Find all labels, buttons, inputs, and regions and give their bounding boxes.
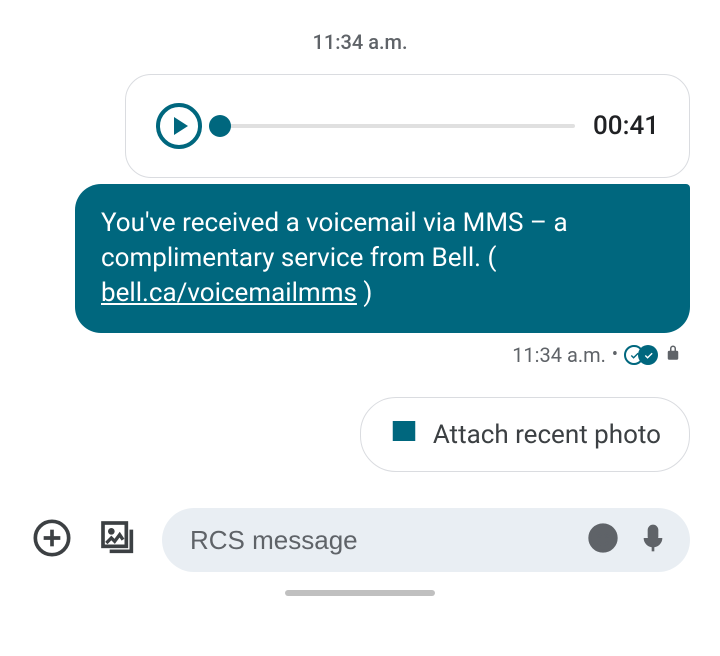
attach-recent-photo-chip[interactable]: Attach recent photo xyxy=(360,397,690,472)
emoji-button[interactable] xyxy=(586,523,620,557)
plus-icon xyxy=(32,518,72,562)
mic-button[interactable] xyxy=(636,523,670,557)
message-input[interactable] xyxy=(190,525,570,556)
sent-message-bubble: You've received a voicemail via MMS – a … xyxy=(75,184,690,333)
play-button[interactable] xyxy=(156,103,202,149)
message-status-timestamp: 11:34 a.m. xyxy=(512,343,606,367)
delivered-double-check-icon xyxy=(624,345,658,365)
lock-icon xyxy=(664,343,682,367)
compose-bar xyxy=(30,502,690,584)
separator-dot: • xyxy=(612,346,618,364)
gallery-button[interactable] xyxy=(96,518,140,562)
attach-chip-label: Attach recent photo xyxy=(433,420,661,450)
navigation-handle[interactable] xyxy=(285,590,435,596)
conversation-timestamp: 11:34 a.m. xyxy=(30,20,690,54)
message-link[interactable]: bell.ca/voicemailmms xyxy=(101,278,357,308)
audio-duration: 00:41 xyxy=(593,111,659,141)
compose-input-container xyxy=(162,508,690,572)
audio-seek-slider[interactable] xyxy=(220,124,575,128)
image-icon xyxy=(389,416,419,453)
gallery-icon xyxy=(98,518,138,562)
audio-message-bubble: 00:41 xyxy=(125,74,690,178)
audio-seek-thumb[interactable] xyxy=(209,115,231,137)
message-status-row: 11:34 a.m. • xyxy=(512,343,690,367)
emoji-icon xyxy=(587,522,619,558)
add-button[interactable] xyxy=(30,518,74,562)
play-icon xyxy=(174,117,188,135)
mic-icon xyxy=(637,522,669,558)
message-text-suffix: ) xyxy=(357,278,373,308)
message-text-prefix: You've received a voicemail via MMS – a … xyxy=(101,208,568,273)
